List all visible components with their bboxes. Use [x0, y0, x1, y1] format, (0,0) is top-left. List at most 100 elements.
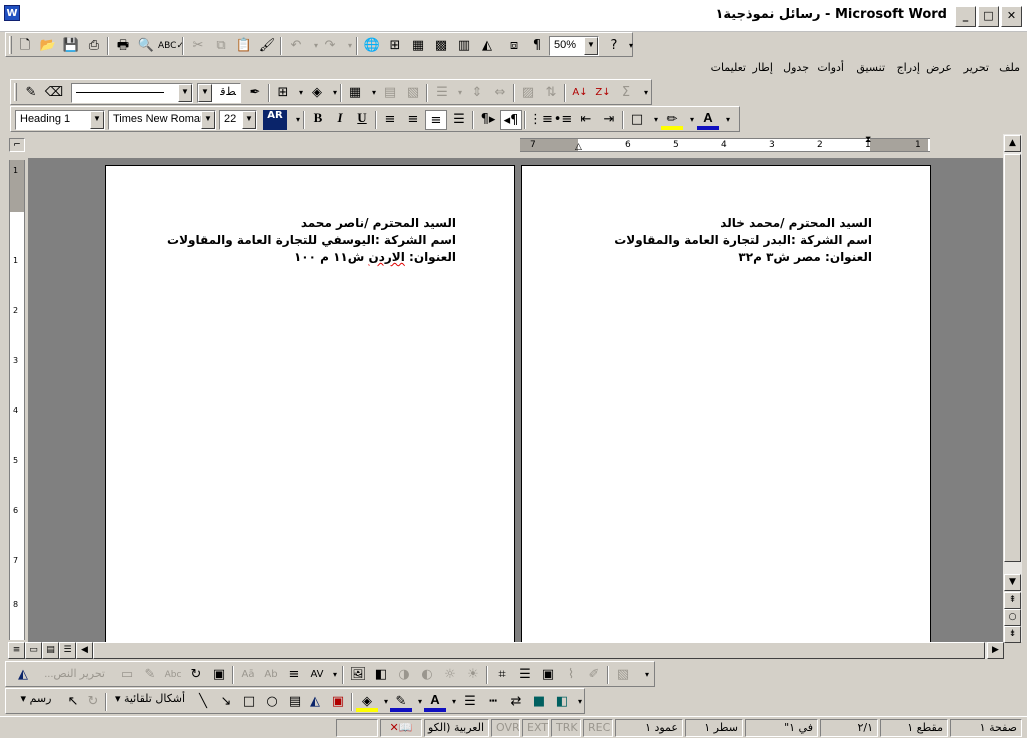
- undo-icon[interactable]: ↶: [285, 36, 307, 56]
- status-trk[interactable]: TRK: [551, 719, 581, 737]
- chevron-down-icon[interactable]: ▼: [198, 84, 212, 102]
- document-map-icon[interactable]: ⧈: [503, 36, 525, 56]
- chevron-down-icon[interactable]: ▼: [242, 111, 256, 129]
- insert-picture-icon[interactable]: 🖼: [347, 665, 369, 685]
- vertical-scrollbar[interactable]: ▲ ▼ ⇞ ○ ⇟: [1003, 134, 1022, 643]
- toolbar-grip[interactable]: [9, 36, 12, 54]
- font-size-select[interactable]: 22 ▼: [219, 110, 257, 130]
- line-weight-select[interactable]: ﻂﻗ ▼: [197, 83, 241, 103]
- line-style-icon[interactable]: ☰: [514, 665, 536, 685]
- draw-table-pencil-icon[interactable]: ✎: [20, 83, 42, 103]
- hyperlink-icon[interactable]: 🌐: [361, 36, 383, 56]
- horizontal-scroll-thumb[interactable]: [93, 642, 985, 659]
- menu-insert[interactable]: إدراج: [897, 61, 920, 74]
- menu-view[interactable]: عرض: [926, 61, 952, 74]
- page-text-line[interactable]: العنوان: الاردن ش١١ م ١٠٠: [294, 250, 456, 264]
- left-indent-marker[interactable]: △: [575, 142, 582, 152]
- horizontal-scrollbar[interactable]: ≡ ▭ ▤ ☰ ◀ ▶: [8, 642, 1004, 659]
- cut-icon[interactable]: ✂: [187, 36, 209, 56]
- toolbar-options-icon[interactable]: ▾: [569, 692, 591, 712]
- page-text-line[interactable]: السيد المحترم /محمد خالد: [720, 216, 872, 230]
- toolbar-grip[interactable]: [14, 83, 17, 101]
- border-color-icon[interactable]: ✒: [244, 83, 266, 103]
- maximize-button[interactable]: □: [978, 6, 999, 27]
- text-box-icon[interactable]: ▤: [284, 692, 306, 712]
- page-text-line[interactable]: اسم الشركة :البدر لتجارة العامة والمقاول…: [614, 233, 872, 247]
- split-cells-icon[interactable]: ▧: [402, 83, 424, 103]
- document-page-1[interactable]: السيد المحترم /محمد خالد اسم الشركة :الب…: [521, 165, 931, 645]
- sort-ascending-icon[interactable]: A↓: [569, 83, 591, 103]
- shadow-style-icon[interactable]: ■: [528, 692, 550, 712]
- increase-indent-icon[interactable]: ⇥: [598, 110, 620, 130]
- chevron-down-icon[interactable]: ▼: [201, 111, 215, 129]
- zoom-select[interactable]: 50% ▼: [549, 36, 599, 56]
- scroll-right-icon[interactable]: ▶: [987, 642, 1004, 659]
- spell-check-icon[interactable]: Abc: [162, 665, 184, 685]
- document-area[interactable]: السيد المحترم /ناصر محمد اسم الشركة :الي…: [28, 158, 1003, 645]
- open-folder-icon[interactable]: 📂: [37, 36, 59, 56]
- columns-icon[interactable]: ▥: [453, 36, 475, 56]
- dash-style-icon[interactable]: ┅: [482, 692, 504, 712]
- previous-page-icon[interactable]: ⇞: [1004, 592, 1021, 609]
- minimize-button[interactable]: _: [955, 6, 976, 27]
- paste-icon[interactable]: 📋: [233, 36, 255, 56]
- next-page-icon[interactable]: ⇟: [1004, 626, 1021, 643]
- menu-file[interactable]: ملف: [999, 61, 1020, 74]
- align-left-icon[interactable]: ≡: [379, 110, 401, 130]
- select-browse-object-icon[interactable]: ○: [1004, 609, 1021, 626]
- language-button[interactable]: AR: [263, 110, 287, 130]
- menu-tools[interactable]: أدوات: [817, 61, 844, 74]
- text-wrapping-icon[interactable]: ⌇: [560, 665, 582, 685]
- numbering-icon[interactable]: ⋮≡: [529, 110, 553, 130]
- ltr-direction-icon[interactable]: ¶▸: [477, 110, 499, 130]
- reset-picture-icon[interactable]: ▧: [612, 665, 634, 685]
- scroll-up-icon[interactable]: ▲: [1004, 135, 1021, 152]
- oval-icon[interactable]: ○: [261, 692, 283, 712]
- justify-icon[interactable]: ☰: [448, 110, 470, 130]
- redo-icon[interactable]: ↷: [319, 36, 341, 56]
- less-brightness-icon[interactable]: ☀: [462, 665, 484, 685]
- page-text-line[interactable]: السيد المحترم /ناصر محمد: [301, 216, 456, 230]
- copy-icon[interactable]: ⧉: [210, 36, 232, 56]
- language-dropdown-icon[interactable]: ▾: [287, 110, 309, 130]
- normal-view-icon[interactable]: ≡: [8, 642, 25, 659]
- scroll-down-icon[interactable]: ▼: [1004, 574, 1021, 591]
- menu-edit[interactable]: تحرير: [964, 61, 989, 74]
- page-text-line[interactable]: العنوان: مصر ش٣ م٣٢: [738, 250, 872, 264]
- toolbar-options-icon[interactable]: ▾: [620, 36, 642, 56]
- bullets-icon[interactable]: •≡: [552, 110, 574, 130]
- show-hide-icon[interactable]: ¶: [526, 36, 548, 56]
- page-text-line[interactable]: اسم الشركة :اليوسفي للتجارة العامة والمق…: [167, 233, 456, 247]
- insert-table-icon[interactable]: ▦: [407, 36, 429, 56]
- permission-icon[interactable]: ⎙: [83, 36, 105, 56]
- more-brightness-icon[interactable]: ☼: [439, 665, 461, 685]
- track-changes-icon[interactable]: ✎: [139, 665, 161, 685]
- chevron-down-icon[interactable]: ▼: [90, 111, 104, 129]
- tables-borders-icon[interactable]: ⊞: [384, 36, 406, 56]
- text-align-icon[interactable]: ≡: [283, 665, 305, 685]
- bold-button[interactable]: B: [307, 110, 329, 130]
- italic-button[interactable]: I: [329, 110, 351, 130]
- clip-art-icon[interactable]: ▣: [327, 692, 349, 712]
- rtl-direction-icon[interactable]: ◂¶: [500, 110, 522, 130]
- line-style-icon[interactable]: ☰: [459, 692, 481, 712]
- font-color-dropdown-icon[interactable]: ▾: [717, 110, 739, 130]
- text-direction-icon[interactable]: ◭: [12, 665, 34, 685]
- save-icon[interactable]: 💾: [60, 36, 82, 56]
- status-ext[interactable]: EXT: [522, 719, 549, 737]
- distribute-columns-icon[interactable]: ⇔: [489, 83, 511, 103]
- image-control-icon[interactable]: ◧: [370, 665, 392, 685]
- format-picture-icon[interactable]: ✐: [583, 665, 605, 685]
- menu-help[interactable]: تعليمات: [711, 61, 746, 74]
- document-page-2[interactable]: السيد المحترم /ناصر محمد اسم الشركة :الي…: [105, 165, 515, 645]
- menu-frame[interactable]: إطار: [753, 61, 773, 74]
- autosum-icon[interactable]: Σ: [615, 83, 637, 103]
- arrow-icon[interactable]: ↘: [215, 692, 237, 712]
- draw-menu[interactable]: رسم ▾: [12, 692, 60, 712]
- format-painter-icon[interactable]: 🖌: [256, 36, 278, 56]
- spelling-status-icon[interactable]: 📖✕: [380, 719, 422, 737]
- menu-format[interactable]: تنسيق: [856, 61, 885, 74]
- crop-icon[interactable]: ⌗: [491, 665, 513, 685]
- select-objects-icon[interactable]: ↖: [62, 692, 84, 712]
- decrease-indent-icon[interactable]: ⇤: [575, 110, 597, 130]
